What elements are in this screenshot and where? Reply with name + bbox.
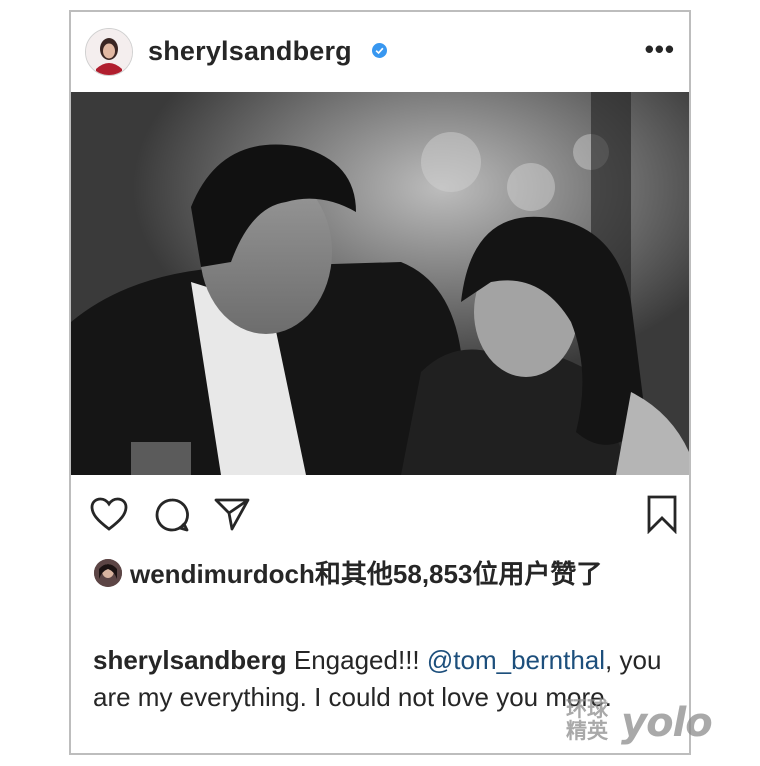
- post-header: sherylsandberg •••: [71, 12, 689, 92]
- caption-text-start: Engaged!!!: [286, 645, 427, 675]
- likes-summary[interactable]: wendimurdoch和其他58,853位用户赞了: [94, 557, 674, 591]
- bookmark-icon[interactable]: [645, 494, 679, 534]
- profile-avatar[interactable]: [85, 28, 133, 76]
- watermark-en-text: yolo: [621, 700, 713, 746]
- post-username[interactable]: sherylsandberg: [148, 36, 352, 67]
- comment-icon[interactable]: [153, 496, 191, 534]
- liker-avatar[interactable]: [94, 559, 122, 587]
- verified-badge-icon: [372, 43, 387, 58]
- instagram-post-card: sherylsandberg ••• wendimurdoch和其他58,853…: [69, 10, 691, 755]
- likes-count-text: 和其他58,853位用户赞了: [314, 559, 603, 589]
- heart-icon[interactable]: [89, 496, 129, 532]
- liker-username[interactable]: wendimurdoch: [130, 559, 315, 589]
- caption-username[interactable]: sherylsandberg: [93, 645, 287, 675]
- share-icon[interactable]: [213, 496, 251, 532]
- post-photo[interactable]: [71, 92, 689, 475]
- more-options-icon[interactable]: •••: [645, 34, 675, 65]
- post-actions-bar: [71, 482, 689, 552]
- watermark-cn-text: 环球精英: [566, 697, 608, 743]
- caption-mention-link[interactable]: @tom_bernthal: [427, 645, 605, 675]
